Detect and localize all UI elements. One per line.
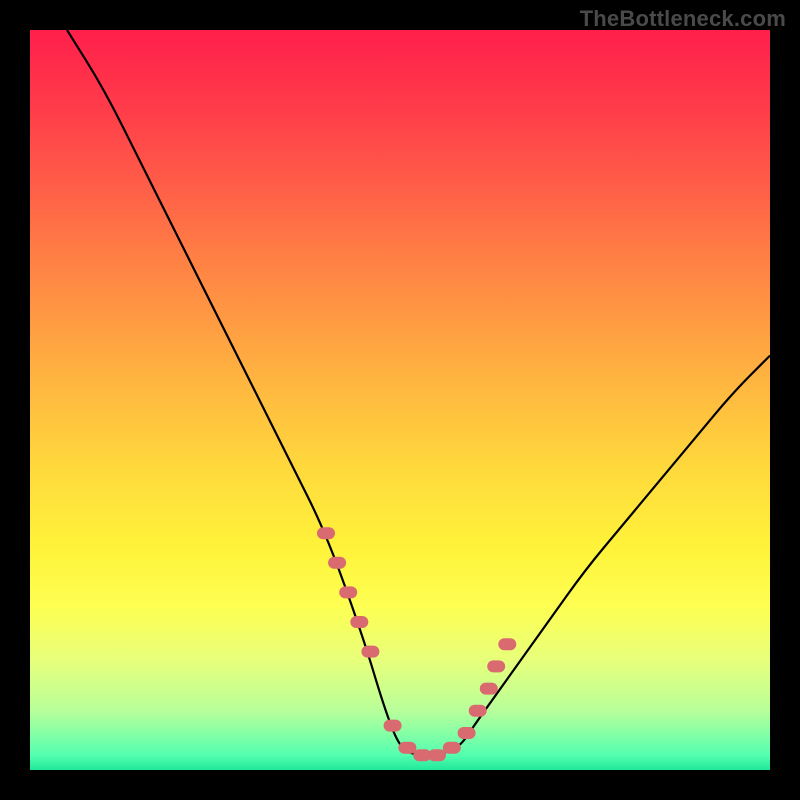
highlight-marker (487, 660, 505, 672)
plot-area (30, 30, 770, 770)
highlight-marker (361, 646, 379, 658)
curve-layer (30, 30, 770, 770)
highlight-marker (350, 616, 368, 628)
highlight-marker (480, 683, 498, 695)
highlight-marker (384, 720, 402, 732)
highlight-marker (328, 557, 346, 569)
highlight-marker (339, 586, 357, 598)
highlight-marker (398, 742, 416, 754)
highlight-marker (458, 727, 476, 739)
chart-frame: TheBottleneck.com (0, 0, 800, 800)
highlight-marker (469, 705, 487, 717)
highlight-marker (443, 742, 461, 754)
highlight-marker (317, 527, 335, 539)
highlight-marker (428, 749, 446, 761)
watermark-text: TheBottleneck.com (580, 6, 786, 32)
highlight-marker (498, 638, 516, 650)
highlight-markers (317, 527, 516, 761)
bottleneck-curve (67, 30, 770, 755)
